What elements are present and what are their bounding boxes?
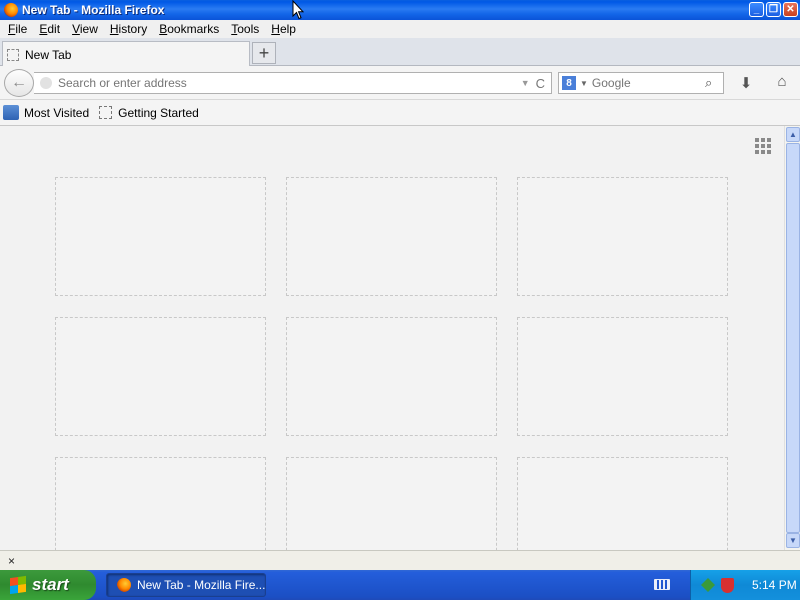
new-tab-button[interactable]: + <box>252 42 276 64</box>
navigation-toolbar: ← ▼ C 8 ▼ ⌕ ⬇ ⌂ <box>0 66 800 100</box>
history-dropdown-icon[interactable]: ▼ <box>521 78 530 88</box>
site-tile[interactable] <box>55 317 266 436</box>
scroll-up-icon[interactable]: ▲ <box>786 127 800 142</box>
close-button[interactable]: ✕ <box>783 2 798 17</box>
new-tab-page <box>0 126 784 550</box>
site-tile[interactable] <box>55 457 266 550</box>
most-visited-icon <box>3 105 19 120</box>
site-tile[interactable] <box>55 177 266 296</box>
scroll-thumb[interactable] <box>786 143 800 533</box>
tab-label: New Tab <box>25 47 72 62</box>
title-bar[interactable]: New Tab - Mozilla Firefox _ ❐ ✕ <box>0 0 800 20</box>
firefox-icon <box>4 3 18 17</box>
menu-file[interactable]: File <box>2 22 33 36</box>
site-tile[interactable] <box>517 317 728 436</box>
taskbar-firefox-window[interactable]: New Tab - Mozilla Fire... <box>106 573 266 597</box>
find-bar: × <box>0 550 800 570</box>
window-title: New Tab - Mozilla Firefox <box>22 3 165 17</box>
back-button[interactable]: ← <box>4 69 34 97</box>
site-tile[interactable] <box>517 457 728 550</box>
start-button[interactable]: start <box>0 570 96 600</box>
scroll-down-icon[interactable]: ▼ <box>786 533 800 548</box>
keyboard-icon[interactable] <box>654 579 670 590</box>
menu-tools[interactable]: Tools <box>225 22 265 36</box>
bookmarks-toolbar: Most Visited Getting Started <box>0 100 800 126</box>
vertical-scrollbar[interactable]: ▲ ▼ <box>784 126 800 550</box>
menu-edit[interactable]: Edit <box>33 22 66 36</box>
windows-logo-icon <box>10 575 26 595</box>
tab-strip: New Tab + <box>0 38 800 67</box>
clock[interactable]: 5:14 PM <box>752 578 797 592</box>
site-tile[interactable] <box>517 177 728 296</box>
system-tray: 5:14 PM <box>690 570 800 600</box>
site-tile[interactable] <box>286 457 497 550</box>
security-shield-icon[interactable] <box>721 577 734 593</box>
bookmark-most-visited[interactable]: Most Visited <box>3 105 89 120</box>
blank-page-icon <box>99 106 113 119</box>
bookmark-label: Most Visited <box>24 105 90 120</box>
site-tile[interactable] <box>286 317 497 436</box>
maximize-button[interactable]: ❐ <box>766 2 781 17</box>
search-icon[interactable]: ⌕ <box>705 75 723 91</box>
taskbar: start New Tab - Mozilla Fire... 5:14 PM <box>0 570 800 600</box>
reload-icon[interactable]: C <box>536 76 545 91</box>
bookmark-label: Getting Started <box>118 105 199 120</box>
close-findbar-icon[interactable]: × <box>8 554 15 568</box>
tab-new-tab[interactable]: New Tab <box>2 41 250 67</box>
google-engine-icon[interactable]: 8 <box>562 76 576 90</box>
address-bar[interactable]: ▼ C <box>34 72 552 94</box>
menu-view[interactable]: View <box>66 22 104 36</box>
search-input[interactable] <box>591 76 705 90</box>
bookmark-getting-started[interactable]: Getting Started <box>99 106 199 120</box>
globe-icon <box>40 77 52 89</box>
grid-toggle-icon[interactable] <box>755 138 771 154</box>
search-bar[interactable]: 8 ▼ ⌕ <box>558 72 724 94</box>
engine-dropdown-icon[interactable]: ▼ <box>580 79 588 88</box>
network-icon[interactable] <box>701 578 715 592</box>
window-controls: _ ❐ ✕ <box>749 2 798 17</box>
start-label: start <box>32 575 69 594</box>
menu-history[interactable]: History <box>104 22 153 36</box>
menu-bar: File Edit View History Bookmarks Tools H… <box>0 20 800 38</box>
menu-bookmarks[interactable]: Bookmarks <box>153 22 225 36</box>
firefox-icon <box>117 578 131 592</box>
address-input[interactable] <box>58 76 521 90</box>
blank-page-icon <box>7 48 19 61</box>
menu-help[interactable]: Help <box>265 22 302 36</box>
minimize-button[interactable]: _ <box>749 2 764 17</box>
home-button[interactable]: ⌂ <box>772 73 792 91</box>
taskbar-window-label: New Tab - Mozilla Fire... <box>136 578 265 592</box>
site-tile[interactable] <box>286 177 497 296</box>
download-button[interactable]: ⬇ <box>736 74 756 92</box>
